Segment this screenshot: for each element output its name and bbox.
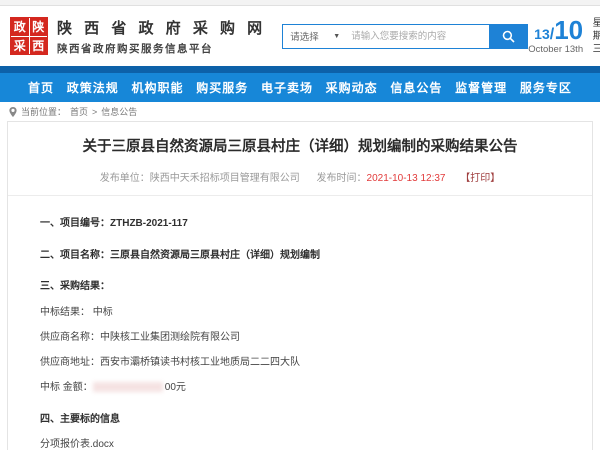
nav-item-e-marketplace[interactable]: 电子卖场 bbox=[261, 79, 313, 96]
location-pin-icon bbox=[9, 107, 17, 117]
nav-top-stripe bbox=[0, 66, 600, 73]
weekday-label: 星期三 bbox=[590, 17, 600, 56]
logo-char: 陕 bbox=[30, 18, 48, 36]
nav-item-supervision[interactable]: 监督管理 bbox=[455, 79, 507, 96]
supplier-name-line: 供应商名称：中陕核工业集团测绘院有限公司 bbox=[40, 328, 564, 343]
nav-item-functions[interactable]: 机构职能 bbox=[131, 79, 183, 96]
section-project-number: 一、项目编号：ZTHZB-2021-117 bbox=[40, 214, 564, 229]
announcement-panel: 关于三原县自然资源局三原县村庄（详细）规划编制的采购结果公告 发布单位：陕西中天… bbox=[7, 121, 593, 450]
redacted-amount bbox=[93, 382, 163, 392]
bid-amount-label: 中标 金额： bbox=[40, 382, 93, 393]
site-header: 政 陕 采 西 陕 西 省 政 府 采 购 网 陕西省政府购买服务信息平台 请选… bbox=[0, 6, 600, 66]
main-nav: 首页 政策法规 机构职能 购买服务 电子卖场 采购动态 信息公告 监督管理 服务… bbox=[0, 73, 600, 102]
search-input[interactable] bbox=[345, 25, 489, 48]
date-numeric: 13/10 bbox=[528, 17, 583, 43]
section-procurement-result: 三、采购结果： bbox=[40, 277, 564, 292]
publish-time-label: 发布时间： bbox=[317, 173, 367, 184]
date-english: October 13th bbox=[528, 44, 583, 55]
site-logo: 政 陕 采 西 bbox=[10, 17, 48, 55]
nav-item-policies[interactable]: 政策法规 bbox=[67, 79, 119, 96]
nav-item-home[interactable]: 首页 bbox=[28, 79, 54, 96]
supplier-address-line: 供应商地址：西安市灞桥镇读书村核工业地质局二二四大队 bbox=[40, 353, 564, 368]
publish-time-value: 2021-10-13 12:37 bbox=[367, 173, 446, 184]
breadcrumb-home-link[interactable]: 首页 bbox=[70, 105, 88, 118]
logo-char: 西 bbox=[30, 37, 48, 55]
breadcrumb-current: 信息公告 bbox=[101, 105, 137, 118]
article-body: 一、项目编号：ZTHZB-2021-117 二、项目名称：三原县自然资源局三原县… bbox=[8, 196, 592, 450]
publisher-label: 发布单位： bbox=[100, 173, 150, 184]
search-select-label: 请选择 bbox=[290, 29, 319, 43]
bid-result-line: 中标结果： 中标 bbox=[40, 303, 564, 318]
breadcrumb-label: 当前位置： bbox=[21, 105, 66, 118]
page-title: 关于三原县自然资源局三原县村庄（详细）规划编制的采购结果公告 bbox=[8, 135, 592, 156]
search-button[interactable] bbox=[489, 25, 527, 48]
logo-char: 政 bbox=[11, 18, 29, 36]
attachment-link[interactable]: 分项报价表.docx bbox=[40, 435, 564, 450]
search-icon bbox=[502, 30, 515, 43]
nav-item-procurement-news[interactable]: 采购动态 bbox=[326, 79, 378, 96]
bid-amount-suffix: 00元 bbox=[165, 382, 186, 393]
article-meta: 发布单位：陕西中天禾招标项目管理有限公司 发布时间：2021-10-13 12:… bbox=[8, 169, 592, 196]
section-project-name: 二、项目名称：三原县自然资源局三原县村庄（详细）规划编制 bbox=[40, 246, 564, 261]
nav-item-announcements[interactable]: 信息公告 bbox=[390, 79, 442, 96]
search-bar: 请选择 ▼ bbox=[282, 24, 528, 49]
site-subtitle: 陕西省政府购买服务信息平台 bbox=[57, 41, 266, 56]
nav-item-purchase-services[interactable]: 购买服务 bbox=[196, 79, 248, 96]
publisher-value: 陕西中天禾招标项目管理有限公司 bbox=[150, 173, 300, 184]
section-main-subject-info: 四、主要标的信息 bbox=[40, 410, 564, 425]
print-button[interactable]: 【打印】 bbox=[460, 173, 500, 184]
logo-char: 采 bbox=[11, 37, 29, 55]
site-name: 陕 西 省 政 府 采 购 网 bbox=[57, 17, 266, 38]
breadcrumb-separator: > bbox=[92, 107, 97, 117]
breadcrumb: 当前位置： 首页 > 信息公告 bbox=[0, 102, 600, 121]
date-widget: 13/10 October 13th 星期三 bbox=[528, 17, 600, 56]
nav-item-service-zone[interactable]: 服务专区 bbox=[520, 79, 572, 96]
search-category-select[interactable]: 请选择 ▼ bbox=[283, 25, 345, 48]
bid-amount-line: 中标 金额： 00元 bbox=[40, 378, 564, 393]
site-titles: 陕 西 省 政 府 采 购 网 陕西省政府购买服务信息平台 bbox=[57, 17, 266, 56]
chevron-down-icon: ▼ bbox=[333, 33, 340, 40]
